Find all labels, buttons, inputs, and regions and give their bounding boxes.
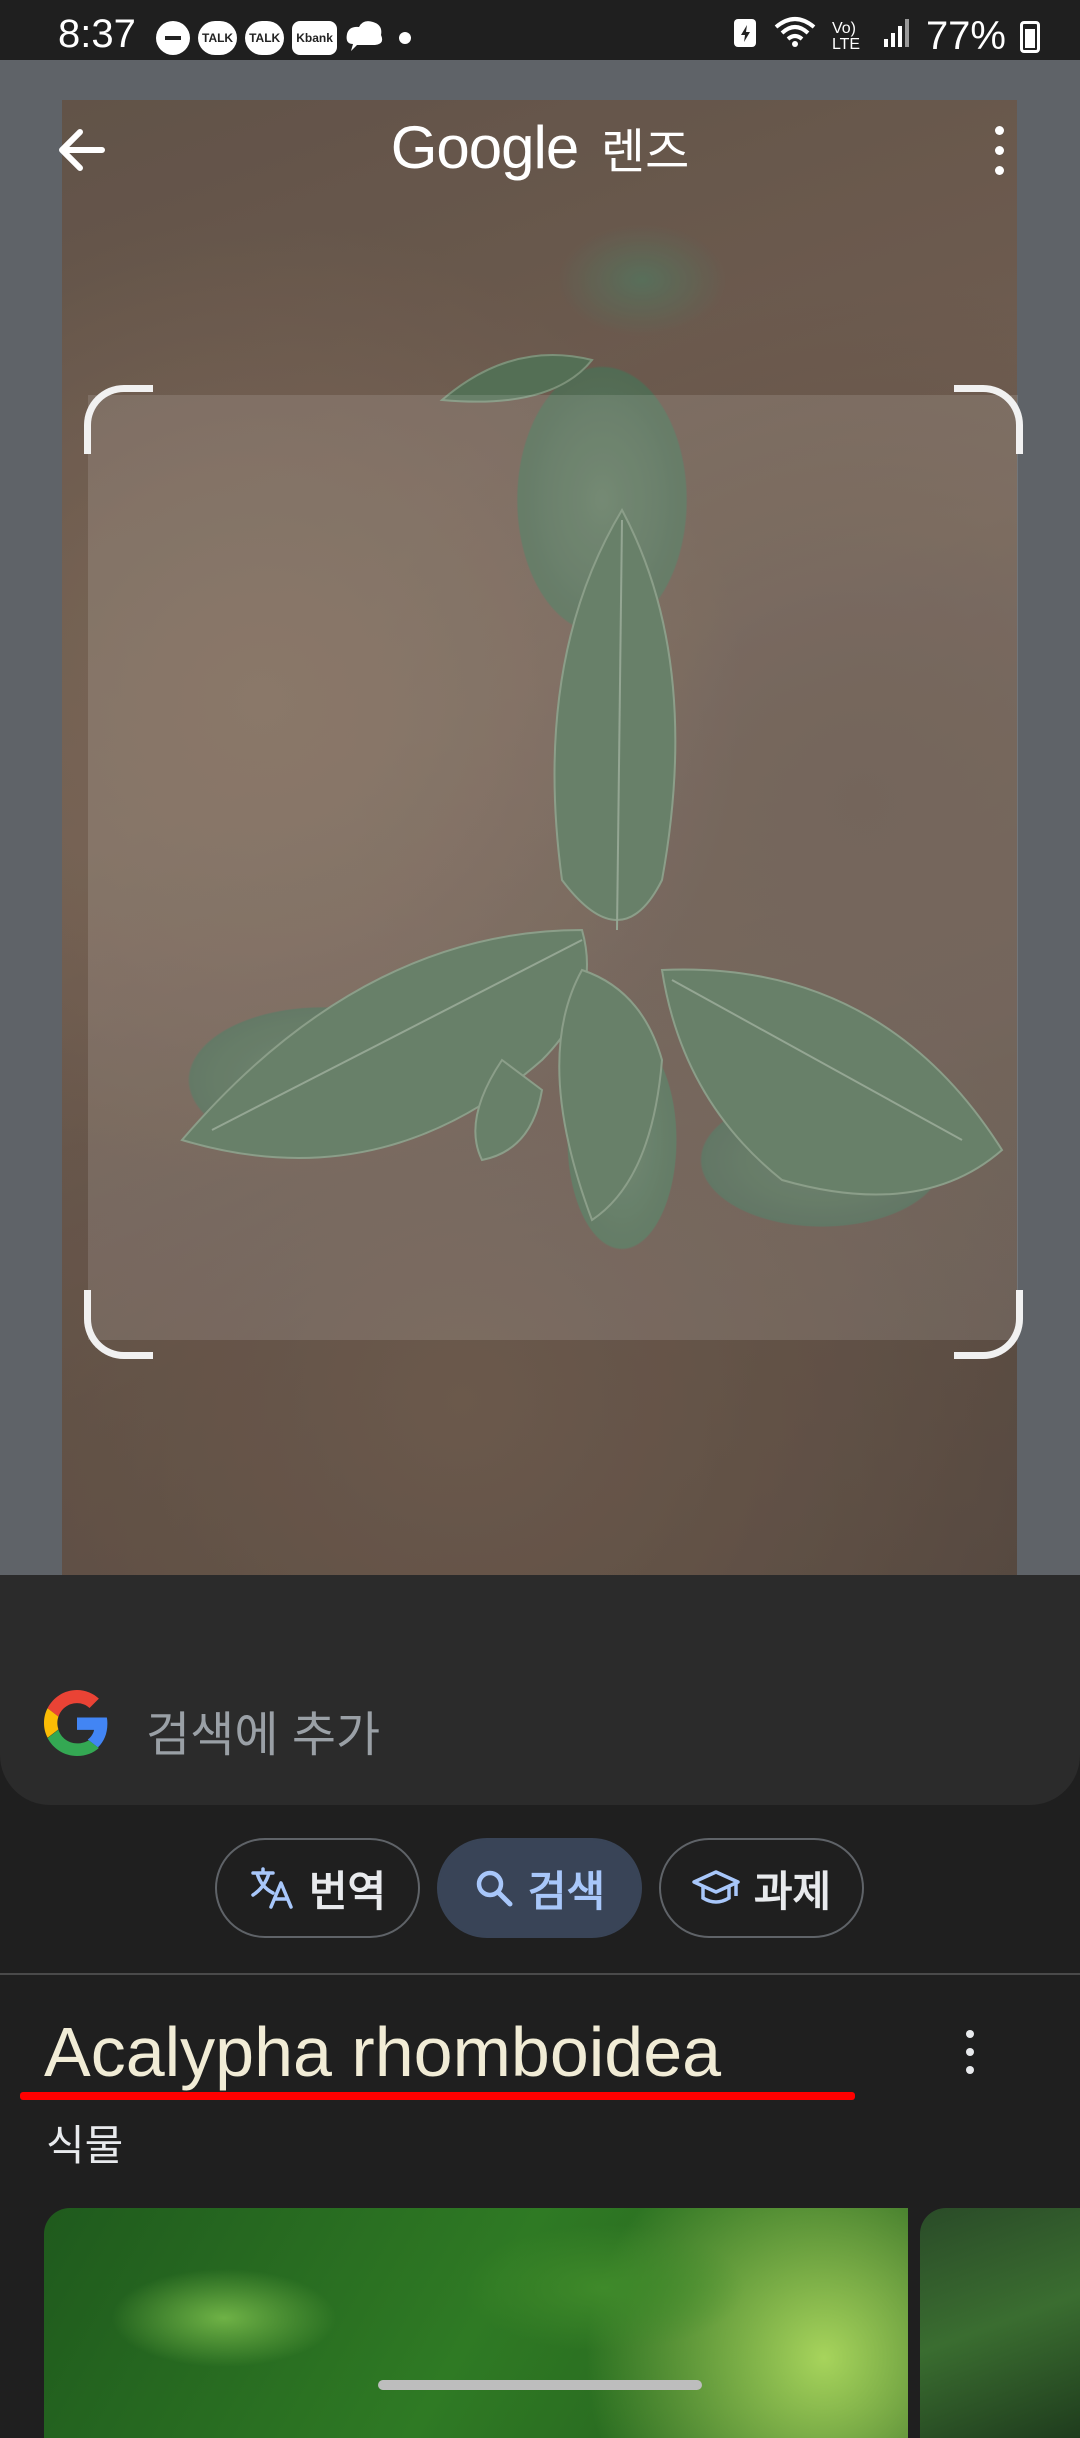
tab-search-label: 검색 — [527, 1867, 606, 1915]
kakaotalk-icon: TALK — [245, 20, 285, 55]
tab-translate-label: 번역 — [308, 1867, 387, 1915]
battery-icon — [1020, 20, 1040, 53]
more-vert-icon — [994, 125, 1004, 135]
battery-saver-icon — [732, 14, 758, 59]
page-title: Google 렌즈 — [0, 112, 1080, 182]
lens-top-bar: Google 렌즈 — [0, 60, 1080, 182]
notification-icons: TALK TALK Kbank — [156, 18, 411, 57]
highlight-underline — [20, 2092, 855, 2100]
kakaotalk-icon: TALK — [198, 20, 238, 55]
more-vert-icon — [966, 2030, 974, 2038]
tab-search[interactable]: 검색 — [437, 1838, 642, 1938]
tab-homework[interactable]: 과제 — [659, 1838, 864, 1938]
wifi-icon — [772, 14, 818, 59]
mode-chips: 번역 검색 과제 — [0, 1838, 1080, 1942]
battery-percent: 77% — [925, 14, 1006, 58]
add-to-search-label: 검색에 추가 — [146, 1709, 381, 1762]
do-not-disturb-icon — [156, 20, 190, 55]
signal-icon — [882, 14, 912, 59]
add-to-search-bar[interactable]: 검색에 추가 — [0, 1575, 1080, 1805]
tab-translate[interactable]: 번역 — [215, 1838, 420, 1938]
result-title[interactable]: Acalypha rhomboidea — [44, 2012, 721, 2092]
section-divider — [0, 1973, 1080, 1975]
google-g-icon — [44, 1690, 108, 1756]
image-preview-card — [0, 60, 1080, 1635]
google-wordmark: Google — [390, 114, 579, 181]
more-options-button[interactable] — [984, 120, 1014, 180]
kbank-icon: Kbank — [292, 20, 337, 55]
more-notifications-dot — [398, 31, 411, 44]
system-status: Vo) LTE 77% — [732, 14, 1040, 59]
selection-area[interactable] — [88, 395, 1018, 1340]
graduation-cap-icon — [692, 1870, 740, 1904]
status-time: 8:37 — [58, 12, 136, 56]
result-image-2[interactable] — [920, 2208, 1080, 2438]
tab-homework-label: 과제 — [753, 1867, 832, 1915]
translate-icon — [251, 1867, 293, 1909]
search-icon — [476, 1870, 513, 1907]
result-image-1[interactable] — [44, 2208, 908, 2438]
cloud-chat-icon — [345, 18, 385, 57]
result-category: 식물 — [46, 2122, 124, 2169]
home-indicator[interactable] — [378, 2380, 702, 2390]
result-more-button[interactable] — [962, 2030, 978, 2074]
network-type-label: Vo) LTE — [831, 19, 861, 53]
lens-label: 렌즈 — [600, 126, 690, 179]
